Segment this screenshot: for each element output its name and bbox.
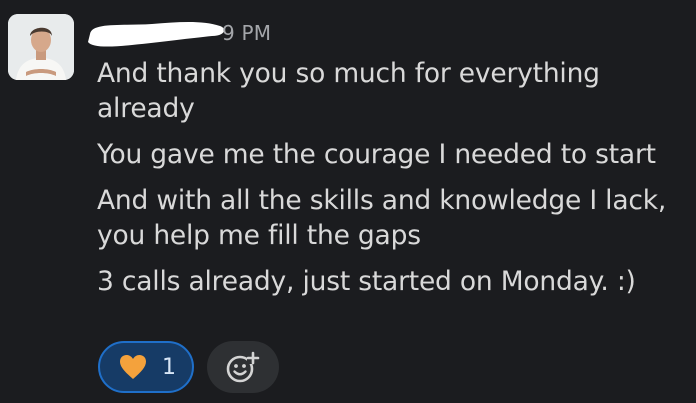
orange-heart-icon	[118, 353, 148, 381]
message-line: You gave me the courage I needed to star…	[97, 139, 656, 170]
reaction-count: 1	[162, 354, 176, 380]
message-timestamp[interactable]: 9 PM	[222, 21, 271, 45]
add-reaction-icon	[225, 349, 261, 385]
message-line: And thank you so much for everything alr…	[97, 58, 600, 124]
message-line: And with all the skills and knowledge I …	[97, 185, 667, 251]
message-line: 3 calls already, just started on Monday.…	[97, 266, 636, 297]
add-reaction-button[interactable]	[207, 341, 279, 393]
message-body: And thank you so much for everything alr…	[97, 56, 687, 310]
avatar[interactable]	[8, 14, 74, 80]
reaction-bar: 1	[98, 341, 279, 393]
reaction-button-orange-heart[interactable]: 1	[98, 341, 194, 393]
redacted-username	[82, 12, 228, 52]
